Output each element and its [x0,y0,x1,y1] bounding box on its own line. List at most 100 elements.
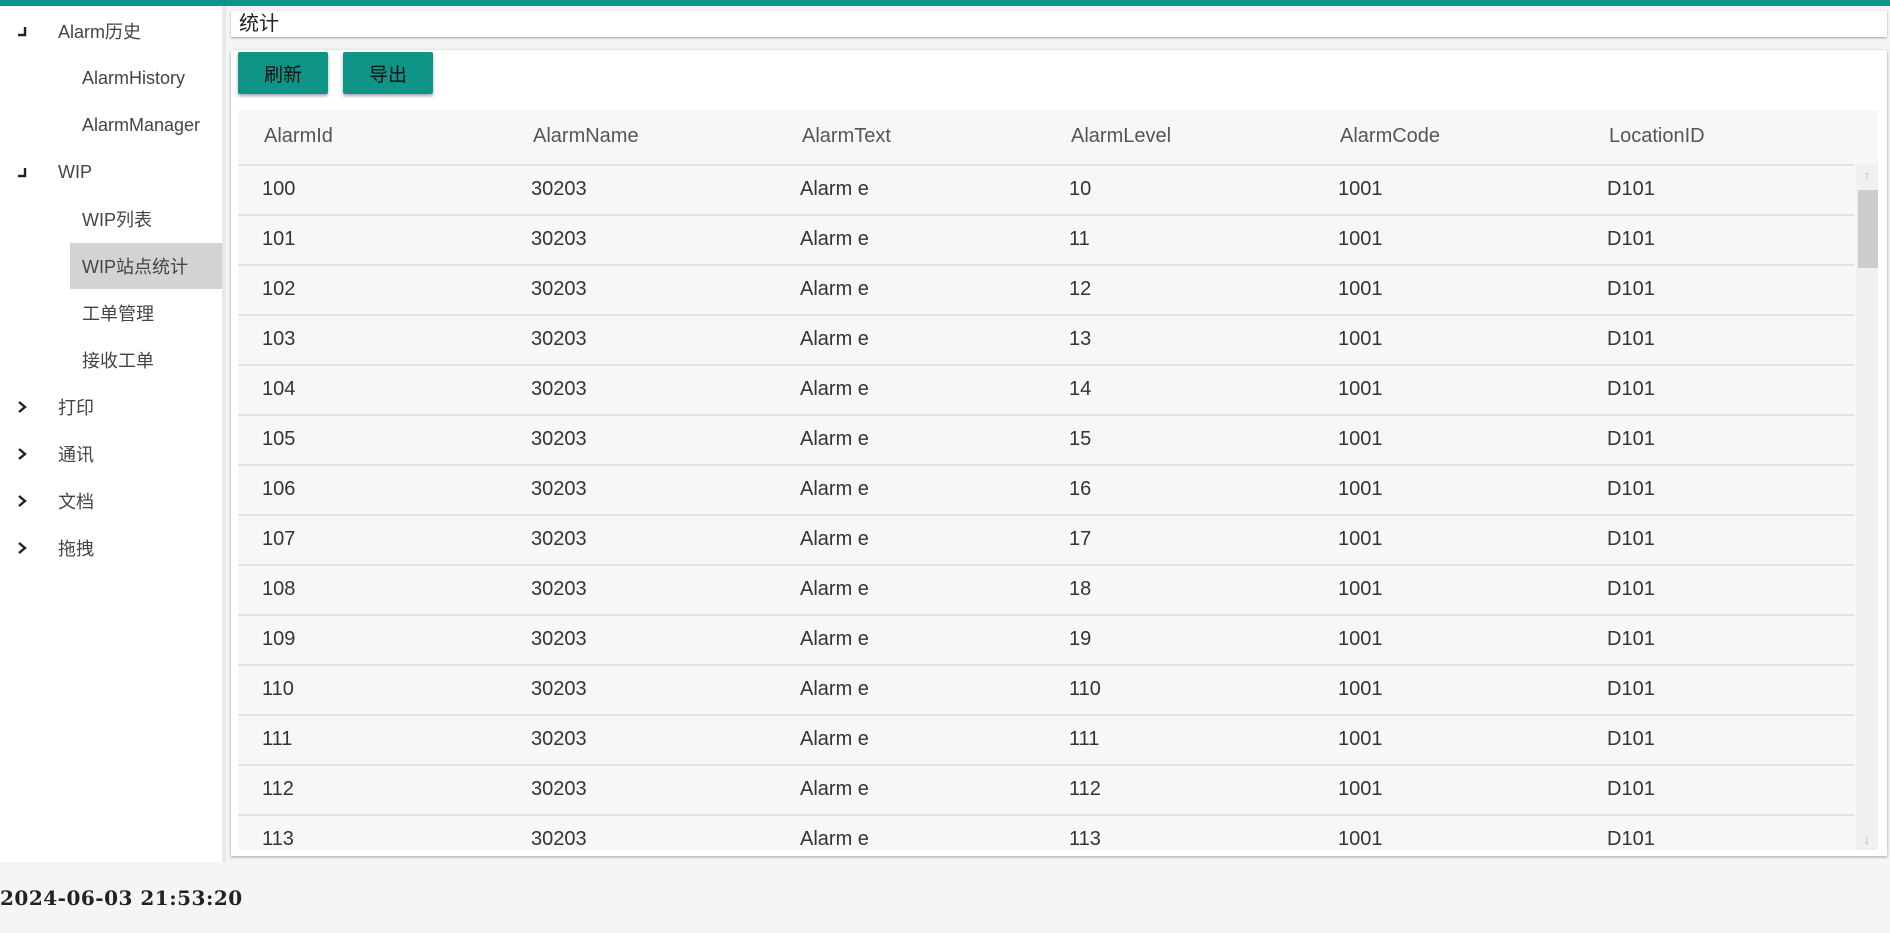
nav-item-label: 工单管理 [82,304,154,324]
cell-alarmlevel: 14 [1069,378,1092,400]
cell-alarmid: 108 [262,578,296,600]
chevron-right-icon[interactable] [14,478,30,524]
table-row[interactable]: 108 30203 Alarm e 18 1001 D101 [238,564,1854,614]
cell-alarmcode: 1001 [1338,428,1383,450]
vertical-scrollbar[interactable]: ↑ ↓ [1856,164,1878,850]
chevron-right-icon[interactable] [14,384,30,430]
cell-alarmid: 105 [262,428,296,450]
cell-alarmcode: 1001 [1338,628,1383,650]
cell-locationid: D101 [1607,528,1655,550]
cell-alarmid: 113 [262,828,294,850]
table-row[interactable]: 103 30203 Alarm e 13 1001 D101 [238,314,1854,364]
cell-alarmtext: Alarm e [800,578,869,600]
page-title: 统计 [231,11,1887,37]
scroll-up-arrow-icon[interactable]: ↑ [1856,164,1878,186]
nav-item-label: AlarmManager [82,114,201,135]
cell-locationid: D101 [1607,728,1655,750]
cell-locationid: D101 [1607,578,1655,600]
cell-alarmlevel: 18 [1069,578,1092,600]
nav-group-communication[interactable]: 通讯 [0,431,222,477]
cell-alarmlevel: 17 [1069,528,1092,550]
nav-item-label: WIP站点统计 [82,257,188,277]
cell-locationid: D101 [1607,228,1655,250]
nav-item-work-order-management[interactable]: 工单管理 [70,290,222,336]
nav-group-drag-drop[interactable]: 拖拽 [0,525,222,571]
scrollbar-thumb[interactable] [1858,190,1878,268]
column-header-locationid[interactable]: LocationID [1609,125,1705,148]
cell-locationid: D101 [1607,828,1655,850]
cell-alarmname: 30203 [531,478,587,500]
table-header: AlarmId AlarmName AlarmText AlarmLevel A… [238,110,1854,164]
table-row[interactable]: 109 30203 Alarm e 19 1001 D101 [238,614,1854,664]
table-row[interactable]: 104 30203 Alarm e 14 1001 D101 [238,364,1854,414]
table-body: 100 30203 Alarm e 10 1001 D101 101 30203… [238,164,1854,850]
cell-alarmlevel: 112 [1069,778,1101,800]
cell-alarmname: 30203 [531,178,587,200]
nav-group-label: Alarm历史 [58,22,142,42]
chevron-right-icon[interactable] [14,525,30,571]
nav-item-alarmhistory[interactable]: AlarmHistory [70,55,222,101]
content-panel: 刷新 导出 AlarmId AlarmName AlarmText AlarmL… [231,50,1887,856]
table-row[interactable]: 106 30203 Alarm e 16 1001 D101 [238,464,1854,514]
nav-group-documents[interactable]: 文档 [0,478,222,524]
cell-alarmtext: Alarm e [800,728,869,750]
cell-alarmid: 104 [262,378,296,400]
column-header-alarmname[interactable]: AlarmName [533,125,639,148]
table-row[interactable]: 113 30203 Alarm e 113 1001 D101 [238,814,1854,850]
column-header-alarmtext[interactable]: AlarmText [802,125,891,148]
refresh-button[interactable]: 刷新 [238,52,328,94]
nav-item-wip-station-stats[interactable]: WIP站点统计 [70,243,222,289]
cell-alarmname: 30203 [531,828,587,850]
nav-group-wip[interactable]: WIP [0,149,222,195]
cell-alarmlevel: 13 [1069,328,1092,350]
table-row[interactable]: 102 30203 Alarm e 12 1001 D101 [238,264,1854,314]
cell-alarmname: 30203 [531,678,587,700]
cell-alarmcode: 1001 [1338,478,1383,500]
nav-group-alarm-history[interactable]: Alarm历史 [0,8,222,54]
table-row[interactable]: 111 30203 Alarm e 111 1001 D101 [238,714,1854,764]
cell-alarmcode: 1001 [1338,828,1383,850]
cell-alarmname: 30203 [531,328,587,350]
nav-item-alarmmanager[interactable]: AlarmManager [70,102,222,148]
nav-group-label: 通讯 [58,445,94,465]
cell-locationid: D101 [1607,428,1655,450]
cell-locationid: D101 [1607,328,1655,350]
table-row[interactable]: 110 30203 Alarm e 110 1001 D101 [238,664,1854,714]
table-row[interactable]: 112 30203 Alarm e 112 1001 D101 [238,764,1854,814]
export-button[interactable]: 导出 [343,52,433,94]
cell-alarmlevel: 19 [1069,628,1092,650]
cell-alarmlevel: 113 [1069,828,1101,850]
nav-item-receive-work-order[interactable]: 接收工单 [70,337,222,383]
nav-group-label: 拖拽 [58,539,94,559]
cell-locationid: D101 [1607,378,1655,400]
cell-alarmlevel: 15 [1069,428,1092,450]
cell-locationid: D101 [1607,478,1655,500]
column-header-alarmcode[interactable]: AlarmCode [1340,125,1440,148]
table-row[interactable]: 100 30203 Alarm e 10 1001 D101 [238,164,1854,214]
column-header-alarmid[interactable]: AlarmId [264,125,333,148]
scroll-down-arrow-icon[interactable]: ↓ [1856,828,1878,850]
nav-group-print[interactable]: 打印 [0,384,222,430]
column-header-alarmlevel[interactable]: AlarmLevel [1071,125,1171,148]
table-row[interactable]: 101 30203 Alarm e 11 1001 D101 [238,214,1854,264]
nav-item-label: 接收工单 [82,351,154,371]
cell-alarmtext: Alarm e [800,778,869,800]
cell-alarmtext: Alarm e [800,178,869,200]
cell-alarmname: 30203 [531,578,587,600]
chevron-right-icon[interactable] [14,431,30,477]
cell-alarmname: 30203 [531,228,587,250]
expanded-corner-icon[interactable] [14,149,30,195]
expanded-corner-icon[interactable] [14,8,30,54]
nav-item-label: AlarmHistory [82,67,186,88]
cell-alarmcode: 1001 [1338,678,1383,700]
nav-group-label: WIP [58,161,92,182]
nav-item-wip-list[interactable]: WIP列表 [70,196,222,242]
table-row[interactable]: 107 30203 Alarm e 17 1001 D101 [238,514,1854,564]
top-accent-bar [0,0,1890,6]
cell-locationid: D101 [1607,778,1655,800]
cell-alarmid: 106 [262,478,296,500]
cell-alarmid: 109 [262,628,296,650]
cell-alarmcode: 1001 [1338,528,1383,550]
cell-alarmlevel: 11 [1069,228,1090,250]
table-row[interactable]: 105 30203 Alarm e 15 1001 D101 [238,414,1854,464]
